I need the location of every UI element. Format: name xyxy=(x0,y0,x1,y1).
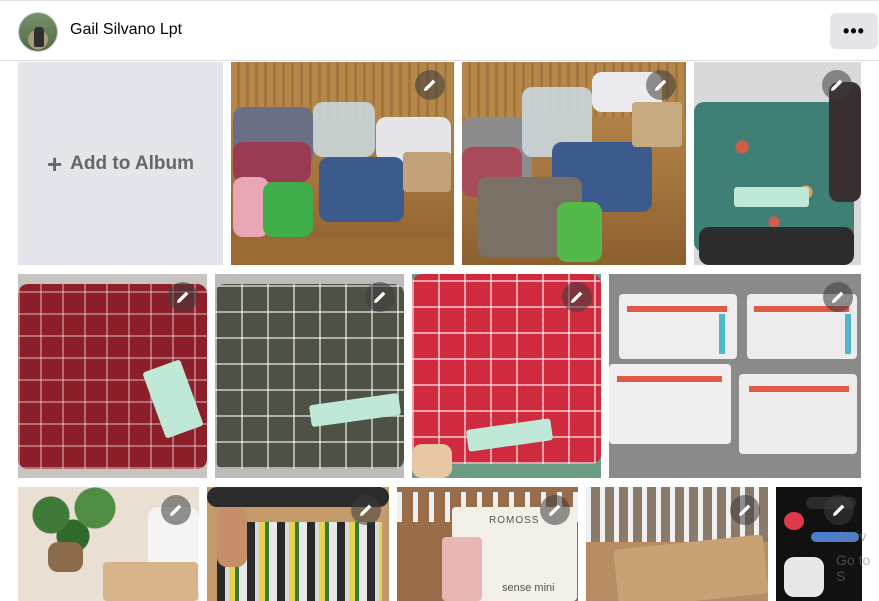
photo-tile[interactable] xyxy=(586,487,768,601)
edit-photo-button[interactable] xyxy=(365,282,395,312)
avatar[interactable] xyxy=(18,12,58,52)
pencil-icon xyxy=(832,291,844,303)
photo-tile[interactable] xyxy=(215,274,404,478)
pencil-icon xyxy=(170,504,182,516)
edit-photo-button[interactable] xyxy=(562,282,592,312)
add-to-album-label: Add to Album xyxy=(70,152,194,174)
edit-photo-button[interactable] xyxy=(822,70,852,100)
add-to-album-tile[interactable]: + Add to Album xyxy=(18,62,223,265)
edit-photo-button[interactable] xyxy=(823,282,853,312)
product-brand: ROMOSS xyxy=(489,515,540,526)
profile-name[interactable]: Gail Silvano Lpt xyxy=(70,21,182,39)
edit-photo-button[interactable] xyxy=(646,70,676,100)
photo-tile[interactable] xyxy=(412,274,601,478)
pencil-icon xyxy=(177,291,189,303)
photo-tile[interactable] xyxy=(462,62,686,265)
pencil-icon xyxy=(374,291,386,303)
pencil-icon xyxy=(739,504,751,516)
photo-tile[interactable] xyxy=(18,487,199,601)
photo-tile[interactable] xyxy=(231,62,454,265)
product-name: sense mini xyxy=(502,582,555,594)
photo-tile[interactable] xyxy=(18,274,207,478)
edit-photo-button[interactable] xyxy=(415,70,445,100)
edit-photo-button[interactable] xyxy=(168,282,198,312)
edit-photo-button[interactable] xyxy=(540,495,570,525)
edit-photo-button[interactable] xyxy=(351,495,381,525)
pencil-icon xyxy=(360,504,372,516)
more-options-button[interactable]: ••• xyxy=(830,13,878,49)
pencil-icon xyxy=(424,79,436,91)
plus-icon: + xyxy=(46,148,63,179)
activation-watermark-line1: Activ xyxy=(836,528,867,544)
post-header: Gail Silvano Lpt ••• xyxy=(0,1,879,61)
photo-tile[interactable] xyxy=(207,487,389,601)
pencil-icon xyxy=(833,504,845,516)
photo-tile[interactable]: ROMOSS sense mini xyxy=(397,487,578,601)
pencil-icon xyxy=(571,291,583,303)
pencil-icon xyxy=(655,79,667,91)
pencil-icon xyxy=(549,504,561,516)
edit-photo-button[interactable] xyxy=(161,495,191,525)
edit-photo-button[interactable] xyxy=(730,495,760,525)
pencil-icon xyxy=(831,79,843,91)
edit-photo-button[interactable] xyxy=(824,495,854,525)
photo-tile[interactable] xyxy=(609,274,861,478)
activation-watermark-line2: Go to S xyxy=(836,552,871,584)
photo-tile[interactable] xyxy=(694,62,861,265)
